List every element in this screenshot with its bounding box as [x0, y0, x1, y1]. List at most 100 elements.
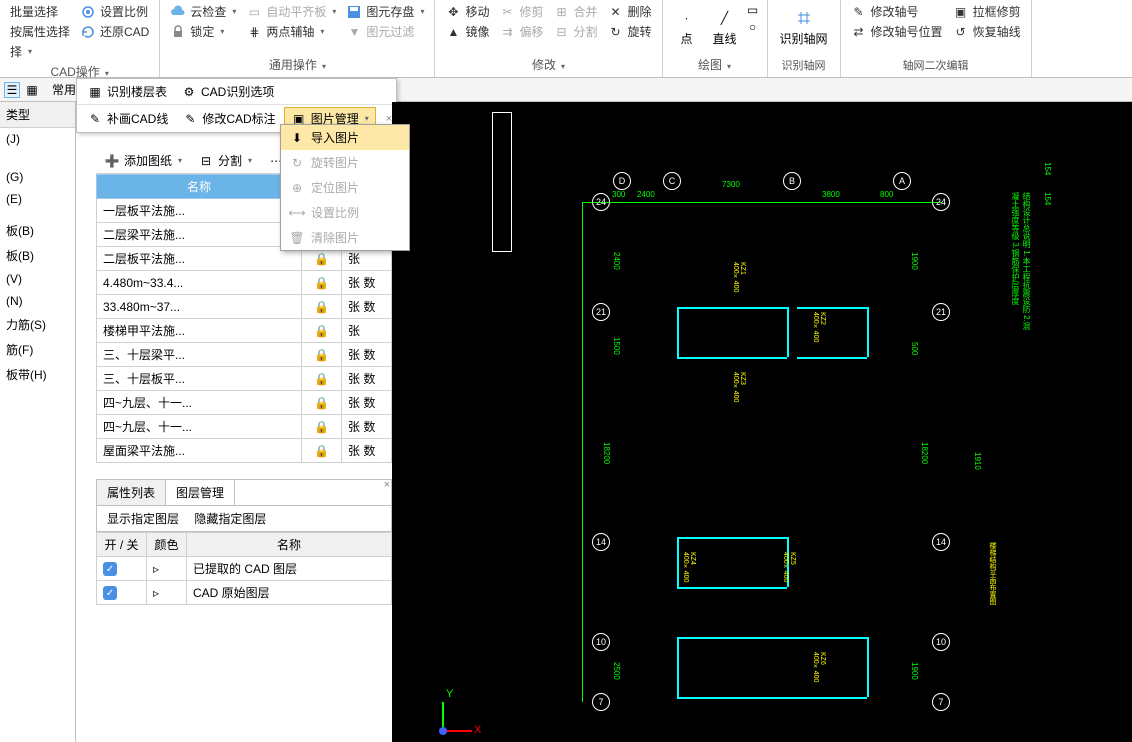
- split-button[interactable]: ⊟分割: [549, 22, 601, 41]
- table-row[interactable]: 三、十层梁平...🔒张 数: [97, 343, 392, 367]
- lock-button[interactable]: 锁定▾: [166, 22, 240, 41]
- dimension: 1900: [910, 662, 919, 680]
- grid-view-icon[interactable]: ▦: [24, 82, 40, 98]
- show-layer-button[interactable]: 显示指定图层: [101, 510, 185, 528]
- cad-canvas[interactable]: 24 21 14 10 7 24 21 14 10 7 D C B A 300 …: [392, 102, 1132, 742]
- delete-button[interactable]: ✕删除: [604, 2, 656, 21]
- mirror-button[interactable]: ▲镜像: [441, 22, 493, 41]
- hide-layer-button[interactable]: 隐藏指定图层: [188, 510, 272, 528]
- menu-clear-image[interactable]: 🗑清除图片: [281, 225, 409, 250]
- cad-recognize-options-button[interactable]: ⚙CAD识别选项: [175, 81, 280, 102]
- rotate-icon: ↻: [289, 155, 305, 171]
- ribbon-group-grid-edit: ✎修改轴号 ⇄修改轴号位置 ▣拉框修剪 ↺恢复轴线 轴网二次编辑: [841, 0, 1032, 77]
- sidebar-item[interactable]: (V): [0, 268, 75, 290]
- table-row[interactable]: 四~九层、十一...🔒张 数: [97, 391, 392, 415]
- sidebar-item[interactable]: [0, 210, 75, 218]
- axis-bubble: 10: [592, 633, 610, 651]
- gear-icon: [80, 4, 96, 20]
- tab-attributes[interactable]: 属性列表: [97, 480, 166, 505]
- batch-select-button[interactable]: 批量选择: [6, 2, 74, 21]
- draw-cad-line-button[interactable]: ✎补画CAD线: [81, 108, 174, 129]
- cloud-check-button[interactable]: 云检查▾: [166, 2, 240, 21]
- auto-align-button[interactable]: ▭自动平齐板▾: [242, 2, 340, 21]
- sidebar-item[interactable]: 力筋(S): [0, 312, 75, 337]
- merge-button[interactable]: ⊞合并: [549, 2, 601, 21]
- point-button[interactable]: ·点: [669, 2, 705, 54]
- recognize-floor-table-button[interactable]: ▦识别楼层表: [81, 81, 173, 102]
- two-point-axis-button[interactable]: ⋕两点辅轴▾: [242, 22, 340, 41]
- menu-rotate-image[interactable]: ↻旋转图片: [281, 150, 409, 175]
- table-row[interactable]: 四~九层、十一...🔒张 数: [97, 415, 392, 439]
- filter-element-button[interactable]: ▼图元过滤: [342, 22, 428, 41]
- annotation: KZ6 400×400: [812, 652, 826, 682]
- save-disk-icon: [346, 4, 362, 20]
- add-drawing-button[interactable]: ➕添加图纸▾: [98, 150, 188, 171]
- recognize-grid-button[interactable]: 识别轴网: [774, 2, 834, 55]
- ribbon-group-modify: ✥移动 ▲镜像 ✂修剪 ⇉偏移 ⊞合并 ⊟分割 ✕删除 ↻旋转 修改 ▾: [435, 0, 662, 77]
- list-view-icon[interactable]: ☰: [4, 82, 20, 98]
- sidebar-item[interactable]: [0, 158, 75, 166]
- axis-bubble: 7: [592, 693, 610, 711]
- close-icon[interactable]: ×: [384, 479, 390, 491]
- edit-axis-icon: ✎: [851, 4, 867, 20]
- select-button[interactable]: 择▾: [6, 42, 74, 61]
- col-name[interactable]: 名称: [97, 175, 302, 199]
- menu-set-scale[interactable]: ⟷设置比例: [281, 200, 409, 225]
- menu-locate-image[interactable]: ⊕定位图片: [281, 175, 409, 200]
- table-row[interactable]: ✓▹CAD 原始图层: [97, 581, 392, 605]
- section-marker: [492, 112, 512, 252]
- menu-import-image[interactable]: ⬇导入图片: [281, 125, 409, 150]
- sidebar-item[interactable]: 筋(F): [0, 337, 75, 362]
- dimension: 1900: [910, 252, 919, 270]
- table-row[interactable]: 屋面梁平法施...🔒张 数: [97, 439, 392, 463]
- dimension: 2500: [612, 662, 621, 680]
- sidebar-item[interactable]: 板(B): [0, 243, 75, 268]
- image-manage-menu: ⬇导入图片 ↻旋转图片 ⊕定位图片 ⟷设置比例 🗑清除图片: [280, 124, 410, 251]
- select-by-attr-button[interactable]: 按属性选择: [6, 22, 74, 41]
- split-drawing-button[interactable]: ⊟分割▾: [192, 150, 258, 171]
- edit-axis-pos-button[interactable]: ⇄修改轴号位置: [847, 22, 947, 41]
- edit-cad-note-button[interactable]: ✎修改CAD标注: [176, 108, 281, 129]
- save-element-button[interactable]: 图元存盘▾: [342, 2, 428, 21]
- annotation: KZ5 400×400: [782, 552, 796, 582]
- sidebar-item[interactable]: (J): [0, 128, 75, 150]
- locate-icon: ⊕: [289, 180, 305, 196]
- ribbon: 批量选择 按属性选择 择▾ 设置比例 还原CAD CAD操作 ▾ 云检查▾ 锁定…: [0, 0, 1132, 78]
- table-row[interactable]: 4.480m~33.4...🔒张 数: [97, 271, 392, 295]
- table-icon: ▦: [87, 84, 103, 100]
- sidebar-item[interactable]: (G): [0, 166, 75, 188]
- note-icon: ✎: [182, 111, 198, 127]
- edit-axis-num-button[interactable]: ✎修改轴号: [847, 2, 947, 21]
- dimension: 1500: [612, 337, 621, 355]
- table-row[interactable]: 楼梯甲平法施...🔒张: [97, 319, 392, 343]
- col-name[interactable]: 名称: [187, 533, 392, 557]
- tab-layers[interactable]: 图层管理: [166, 480, 235, 505]
- col-onoff[interactable]: 开 / 关: [97, 533, 147, 557]
- rotate-button[interactable]: ↻旋转: [604, 22, 656, 41]
- sidebar-item[interactable]: (N): [0, 290, 75, 312]
- layer-toolbar: 显示指定图层 隐藏指定图层: [96, 506, 392, 532]
- table-row[interactable]: ✓▹已提取的 CAD 图层: [97, 557, 392, 581]
- move-button[interactable]: ✥移动: [441, 2, 493, 21]
- dimension: 3800: [822, 190, 840, 199]
- offset-button[interactable]: ⇉偏移: [495, 22, 547, 41]
- sidebar-item[interactable]: 板(B): [0, 218, 75, 243]
- col-color[interactable]: 颜色: [147, 533, 187, 557]
- restore-axis-button[interactable]: ↺恢复轴线: [949, 22, 1025, 41]
- table-row[interactable]: 33.480m~37...🔒张 数: [97, 295, 392, 319]
- restore-cad-button[interactable]: 还原CAD: [76, 22, 153, 41]
- merge-icon: ⊞: [553, 4, 569, 20]
- sidebar-item[interactable]: 板带(H): [0, 362, 75, 387]
- axis-bubble: C: [663, 172, 681, 190]
- grid-icon: [792, 6, 816, 30]
- sidebar-item[interactable]: (E): [0, 188, 75, 210]
- box-trim-button[interactable]: ▣拉框修剪: [949, 2, 1025, 21]
- ribbon-group-draw: ·点 ╱直线 ▭○ 绘图 ▾: [663, 0, 768, 77]
- line-button[interactable]: ╱直线: [707, 2, 743, 54]
- table-row[interactable]: 三、十层板平...🔒张 数: [97, 367, 392, 391]
- sidebar-item[interactable]: [0, 150, 75, 158]
- align-icon: ▭: [246, 4, 262, 20]
- dimension: 500: [910, 342, 919, 355]
- set-scale-button[interactable]: 设置比例: [76, 2, 153, 21]
- trim-button[interactable]: ✂修剪: [495, 2, 547, 21]
